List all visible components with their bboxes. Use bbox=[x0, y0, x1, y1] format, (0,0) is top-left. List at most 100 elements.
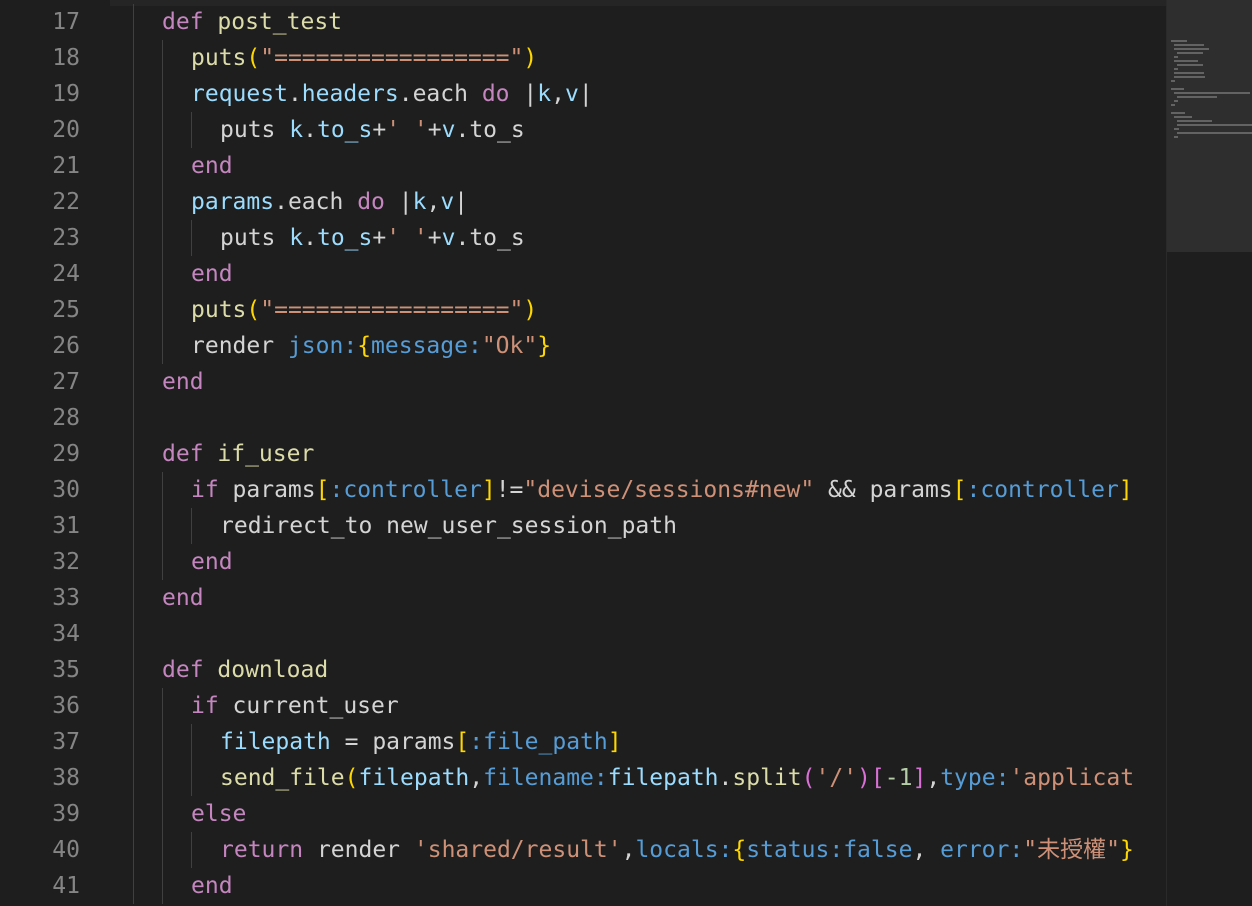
code-token: params bbox=[191, 189, 275, 215]
code-line[interactable]: 30 if params[:controller]!="devise/sessio… bbox=[0, 472, 1166, 508]
code-text[interactable]: puts("=================") bbox=[191, 40, 537, 76]
line-number: 31 bbox=[52, 513, 80, 539]
code-token: "=================" bbox=[260, 297, 524, 323]
code-line[interactable]: 33 end bbox=[0, 580, 1166, 616]
code-line[interactable]: 31 redirect_to new_user_session_path bbox=[0, 508, 1166, 544]
code-text[interactable]: return render 'shared/result',locals:{st… bbox=[220, 832, 1134, 868]
code-token: && params bbox=[814, 477, 953, 503]
code-text[interactable]: params.each do |k,v| bbox=[191, 184, 468, 220]
code-text[interactable]: if params[:controller]!="devise/sessions… bbox=[191, 472, 1133, 508]
code-token: puts bbox=[191, 45, 247, 71]
code-text[interactable]: end bbox=[191, 148, 233, 184]
code-token: | bbox=[578, 81, 593, 107]
code-token: current_user bbox=[232, 693, 399, 719]
code-text[interactable]: end bbox=[191, 868, 233, 904]
minimap-line bbox=[1177, 64, 1204, 66]
code-text[interactable]: end bbox=[191, 544, 233, 580]
indent-guide bbox=[133, 4, 134, 904]
code-token: | bbox=[509, 81, 538, 107]
code-text[interactable]: end bbox=[162, 364, 204, 400]
line-number: 22 bbox=[52, 189, 80, 215]
code-token: headers bbox=[301, 81, 399, 107]
code-line[interactable]: 28 bbox=[0, 400, 1166, 436]
code-token: "Ok" bbox=[481, 333, 538, 359]
code-line[interactable]: 29 def if_user bbox=[0, 436, 1166, 472]
code-text[interactable]: def if_user bbox=[162, 436, 314, 472]
minimap-line bbox=[1174, 72, 1204, 74]
code-token: if_user bbox=[217, 441, 315, 467]
code-token: end bbox=[162, 369, 204, 395]
code-token: ( bbox=[246, 297, 261, 323]
code-text[interactable]: end bbox=[191, 256, 233, 292]
code-line[interactable]: 26 render json:{message:"Ok"} bbox=[0, 328, 1166, 364]
code-text[interactable]: def post_test bbox=[162, 4, 342, 40]
code-token: [ bbox=[870, 765, 885, 791]
code-token: { bbox=[357, 333, 372, 359]
code-line[interactable]: 37 filepath = params[:file_path] bbox=[0, 724, 1166, 760]
code-line[interactable]: 41 end bbox=[0, 868, 1166, 904]
code-line[interactable]: 24 end bbox=[0, 256, 1166, 292]
code-line[interactable]: 34 bbox=[0, 616, 1166, 652]
code-token: false bbox=[843, 837, 913, 863]
code-line[interactable]: 23 puts k.to_s+' '+v.to_s bbox=[0, 220, 1166, 256]
code-line[interactable]: 20 puts k.to_s+' '+v.to_s bbox=[0, 112, 1166, 148]
code-token: end bbox=[162, 585, 204, 611]
code-token: | bbox=[454, 189, 469, 215]
code-text[interactable]: else bbox=[191, 796, 246, 832]
line-number: 36 bbox=[52, 693, 80, 719]
minimap[interactable] bbox=[1166, 0, 1252, 906]
code-text[interactable]: render json:{message:"Ok"} bbox=[191, 328, 551, 364]
code-text[interactable]: puts k.to_s+' '+v.to_s bbox=[220, 220, 525, 256]
minimap-line bbox=[1171, 112, 1186, 114]
code-line[interactable]: 36 if current_user bbox=[0, 688, 1166, 724]
code-token: puts bbox=[220, 225, 290, 251]
code-token: ( bbox=[344, 765, 359, 791]
code-line[interactable]: 32 end bbox=[0, 544, 1166, 580]
code-text[interactable]: filepath = params[:file_path] bbox=[220, 724, 622, 760]
code-line[interactable]: 40 return render 'shared/result',locals:{… bbox=[0, 832, 1166, 868]
code-token: != bbox=[495, 477, 524, 503]
minimap-slider[interactable] bbox=[1167, 0, 1252, 252]
code-text[interactable]: def download bbox=[162, 652, 328, 688]
line-number: 41 bbox=[52, 873, 80, 899]
code-text[interactable]: puts("=================") bbox=[191, 292, 537, 328]
code-text[interactable]: puts k.to_s+' '+v.to_s bbox=[220, 112, 525, 148]
code-token: .each bbox=[398, 81, 482, 107]
code-token: end bbox=[191, 549, 233, 575]
code-line[interactable]: 25 puts("=================") bbox=[0, 292, 1166, 328]
code-text[interactable]: send_file(filepath,filename:filepath.spl… bbox=[220, 760, 1134, 796]
code-line[interactable]: 35 def download bbox=[0, 652, 1166, 688]
code-line[interactable]: 18 puts("=================") bbox=[0, 40, 1166, 76]
code-token: | bbox=[384, 189, 413, 215]
code-line[interactable]: 21 end bbox=[0, 148, 1166, 184]
code-line[interactable]: 39 else bbox=[0, 796, 1166, 832]
code-token: '/' bbox=[815, 765, 858, 791]
code-line[interactable]: 38 send_file(filepath,filename:filepath.s… bbox=[0, 760, 1166, 796]
code-token: ] bbox=[481, 477, 496, 503]
indent-guide bbox=[191, 832, 192, 868]
minimap-line bbox=[1174, 68, 1178, 70]
minimap-line bbox=[1174, 44, 1204, 46]
indent-guide bbox=[162, 40, 163, 364]
code-line[interactable]: 22 params.each do |k,v| bbox=[0, 184, 1166, 220]
code-editor[interactable]: 17 def post_test 18 puts("=================… bbox=[0, 0, 1252, 906]
code-line[interactable]: 17 def post_test bbox=[0, 4, 1166, 40]
code-text[interactable]: if current_user bbox=[191, 688, 399, 724]
minimap-line bbox=[1174, 56, 1178, 58]
code-text[interactable]: end bbox=[162, 580, 204, 616]
code-token: ' ' bbox=[386, 225, 428, 251]
code-token: [ bbox=[315, 477, 330, 503]
line-number: 21 bbox=[52, 153, 80, 179]
code-line[interactable]: 19 request.headers.each do |k,v| bbox=[0, 76, 1166, 112]
code-token: return bbox=[220, 837, 317, 863]
code-line[interactable]: 27 end bbox=[0, 364, 1166, 400]
code-text[interactable]: redirect_to new_user_session_path bbox=[220, 508, 677, 544]
minimap-line bbox=[1174, 60, 1198, 62]
code-token: . bbox=[303, 117, 317, 143]
code-token: filename: bbox=[483, 765, 608, 791]
line-number: 28 bbox=[52, 405, 80, 431]
line-number: 18 bbox=[52, 45, 80, 71]
code-text[interactable]: request.headers.each do |k,v| bbox=[191, 76, 593, 112]
code-token: ) bbox=[857, 765, 871, 791]
code-token: if bbox=[191, 477, 233, 503]
